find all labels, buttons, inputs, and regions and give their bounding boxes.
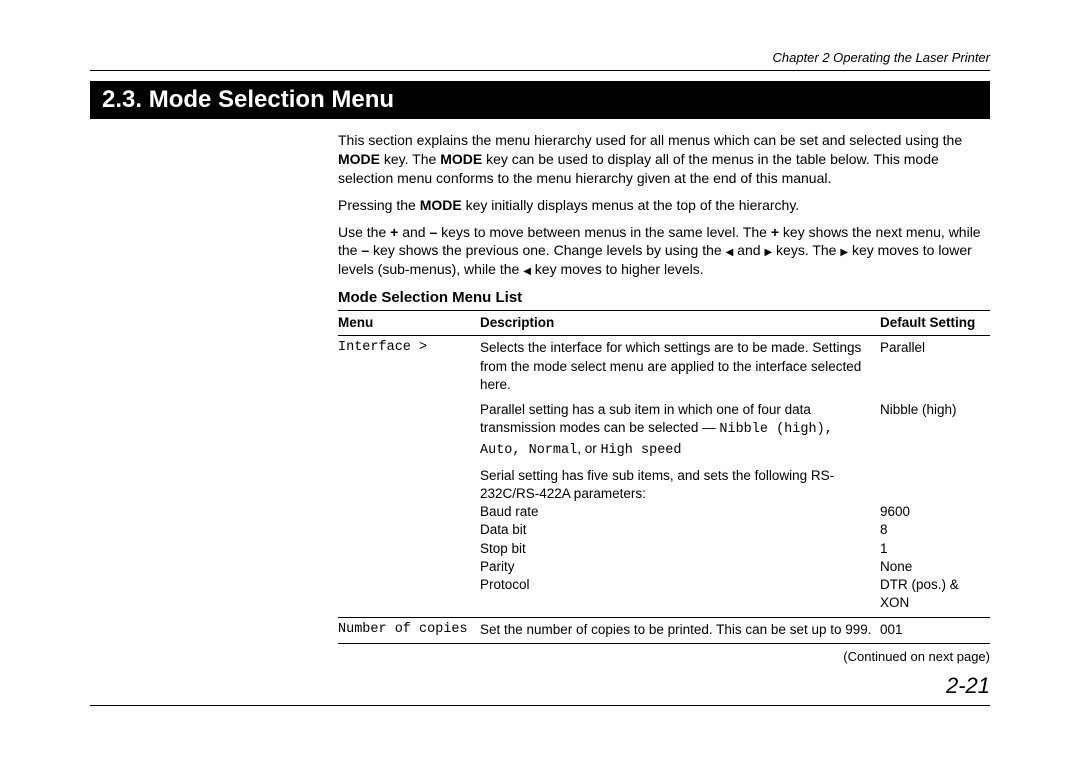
plus-key: + bbox=[771, 224, 779, 240]
continued-note: (Continued on next page) bbox=[338, 648, 990, 666]
table-row: Interface > Selects the interface for wh… bbox=[338, 336, 990, 398]
cell-label: Parity bbox=[480, 558, 880, 576]
th-default: Default Setting bbox=[880, 314, 990, 332]
mode-key-label: MODE bbox=[420, 197, 462, 213]
page-number: 2-21 bbox=[90, 673, 990, 699]
table-row: Baud rate 9600 bbox=[338, 503, 990, 521]
header-rule bbox=[90, 69, 990, 71]
th-menu: Menu bbox=[338, 314, 480, 332]
intro-paragraph-2: Pressing the MODE key initially displays… bbox=[338, 196, 990, 215]
table-row: Parity None bbox=[338, 558, 990, 576]
cell-default: 8 bbox=[880, 521, 990, 539]
footer-rule bbox=[90, 705, 990, 706]
cell-label: Baud rate bbox=[480, 503, 880, 521]
right-arrow-icon: ▶ bbox=[764, 248, 772, 258]
table-row: Number of copies Set the number of copie… bbox=[338, 617, 990, 644]
section-title: Mode Selection Menu bbox=[149, 86, 394, 113]
cell-default: None bbox=[880, 558, 990, 576]
cell-label: Protocol bbox=[480, 576, 880, 612]
menu-table: Menu Description Default Setting Interfa… bbox=[338, 310, 990, 665]
section-number: 2.3. bbox=[102, 86, 142, 113]
intro-paragraph-3: Use the + and – keys to move between men… bbox=[338, 223, 990, 280]
right-arrow-icon: ▶ bbox=[840, 248, 848, 258]
cell-default: Parallel bbox=[880, 339, 990, 394]
cell-default: 1 bbox=[880, 540, 990, 558]
cell-default: 9600 bbox=[880, 503, 990, 521]
cell-default: Nibble (high) bbox=[880, 401, 990, 460]
cell-desc: Parallel setting has a sub item in which… bbox=[480, 401, 880, 460]
left-arrow-icon: ◀ bbox=[523, 267, 531, 277]
minus-key: – bbox=[361, 242, 369, 258]
cell-default: 001 bbox=[880, 621, 990, 639]
intro-text: This section explains the menu hierarchy… bbox=[338, 131, 990, 279]
table-row: Stop bit 1 bbox=[338, 540, 990, 558]
table-row: Parallel setting has a sub item in which… bbox=[338, 398, 990, 464]
table-row: Data bit 8 bbox=[338, 521, 990, 539]
table-subheading: Mode Selection Menu List bbox=[338, 289, 522, 306]
cell-desc: Serial setting has five sub items, and s… bbox=[480, 467, 880, 503]
mode-key-label: MODE bbox=[440, 151, 482, 167]
table-row: Protocol DTR (pos.) & XON bbox=[338, 576, 990, 616]
cell-desc: Selects the interface for which settings… bbox=[480, 339, 880, 394]
chapter-header: Chapter 2 Operating the Laser Printer bbox=[90, 50, 990, 65]
cell-menu: Number of copies bbox=[338, 621, 480, 639]
cell-desc: Set the number of copies to be printed. … bbox=[480, 621, 880, 639]
intro-paragraph-1: This section explains the menu hierarchy… bbox=[338, 131, 990, 188]
table-row: Serial setting has five sub items, and s… bbox=[338, 464, 990, 503]
section-heading: 2.3. Mode Selection Menu bbox=[90, 81, 990, 119]
cell-label: Data bit bbox=[480, 521, 880, 539]
mode-key-label: MODE bbox=[338, 151, 380, 167]
table-header-row: Menu Description Default Setting bbox=[338, 310, 990, 336]
cell-default: DTR (pos.) & XON bbox=[880, 576, 990, 612]
th-description: Description bbox=[480, 314, 880, 332]
cell-label: Stop bit bbox=[480, 540, 880, 558]
cell-menu: Interface > bbox=[338, 339, 480, 394]
document-page: Chapter 2 Operating the Laser Printer 2.… bbox=[0, 0, 1080, 726]
